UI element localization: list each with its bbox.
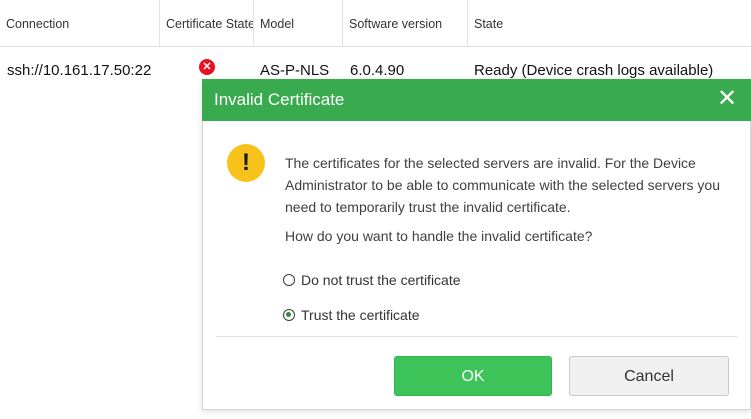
connection-cell: ssh://10.161.17.50:22 xyxy=(7,62,152,79)
column-header-model[interactable]: Model xyxy=(254,0,343,46)
close-icon[interactable]: ✕ xyxy=(713,84,741,114)
radio-do-not-trust[interactable]: Do not trust the certificate xyxy=(283,270,461,290)
radio-trust[interactable]: Trust the certificate xyxy=(283,305,420,325)
radio-button-checked[interactable] xyxy=(283,309,295,321)
dialog-title: Invalid Certificate xyxy=(214,90,345,109)
column-header-state[interactable]: State xyxy=(468,0,751,46)
invalid-certificate-dialog: Invalid Certificate ✕ ! The certificates… xyxy=(202,79,751,410)
radio-button-unchecked[interactable] xyxy=(283,274,295,286)
table-header: Connection Certificate State Model Softw… xyxy=(0,0,751,47)
radio-label-trust: Trust the certificate xyxy=(301,307,420,323)
warning-icon: ! xyxy=(227,144,265,182)
error-x-icon: ✕ xyxy=(199,59,215,75)
dialog-message: The certificates for the selected server… xyxy=(285,155,720,215)
software-version-cell: 6.0.4.90 xyxy=(350,62,405,79)
model-cell: AS-P-NLS xyxy=(260,62,330,79)
cancel-button[interactable]: Cancel xyxy=(569,356,729,396)
column-header-connection[interactable]: Connection xyxy=(0,0,160,46)
column-header-certificate-state[interactable]: Certificate State xyxy=(160,0,254,46)
radio-label-do-not-trust: Do not trust the certificate xyxy=(301,272,461,288)
ok-button[interactable]: OK xyxy=(394,356,552,396)
dialog-divider xyxy=(216,336,738,337)
dialog-titlebar: Invalid Certificate ✕ xyxy=(202,79,751,121)
column-header-software-version[interactable]: Software version xyxy=(343,0,468,46)
dialog-question: How do you want to handle the invalid ce… xyxy=(285,228,593,244)
state-cell: Ready (Device crash logs available) xyxy=(474,62,714,79)
